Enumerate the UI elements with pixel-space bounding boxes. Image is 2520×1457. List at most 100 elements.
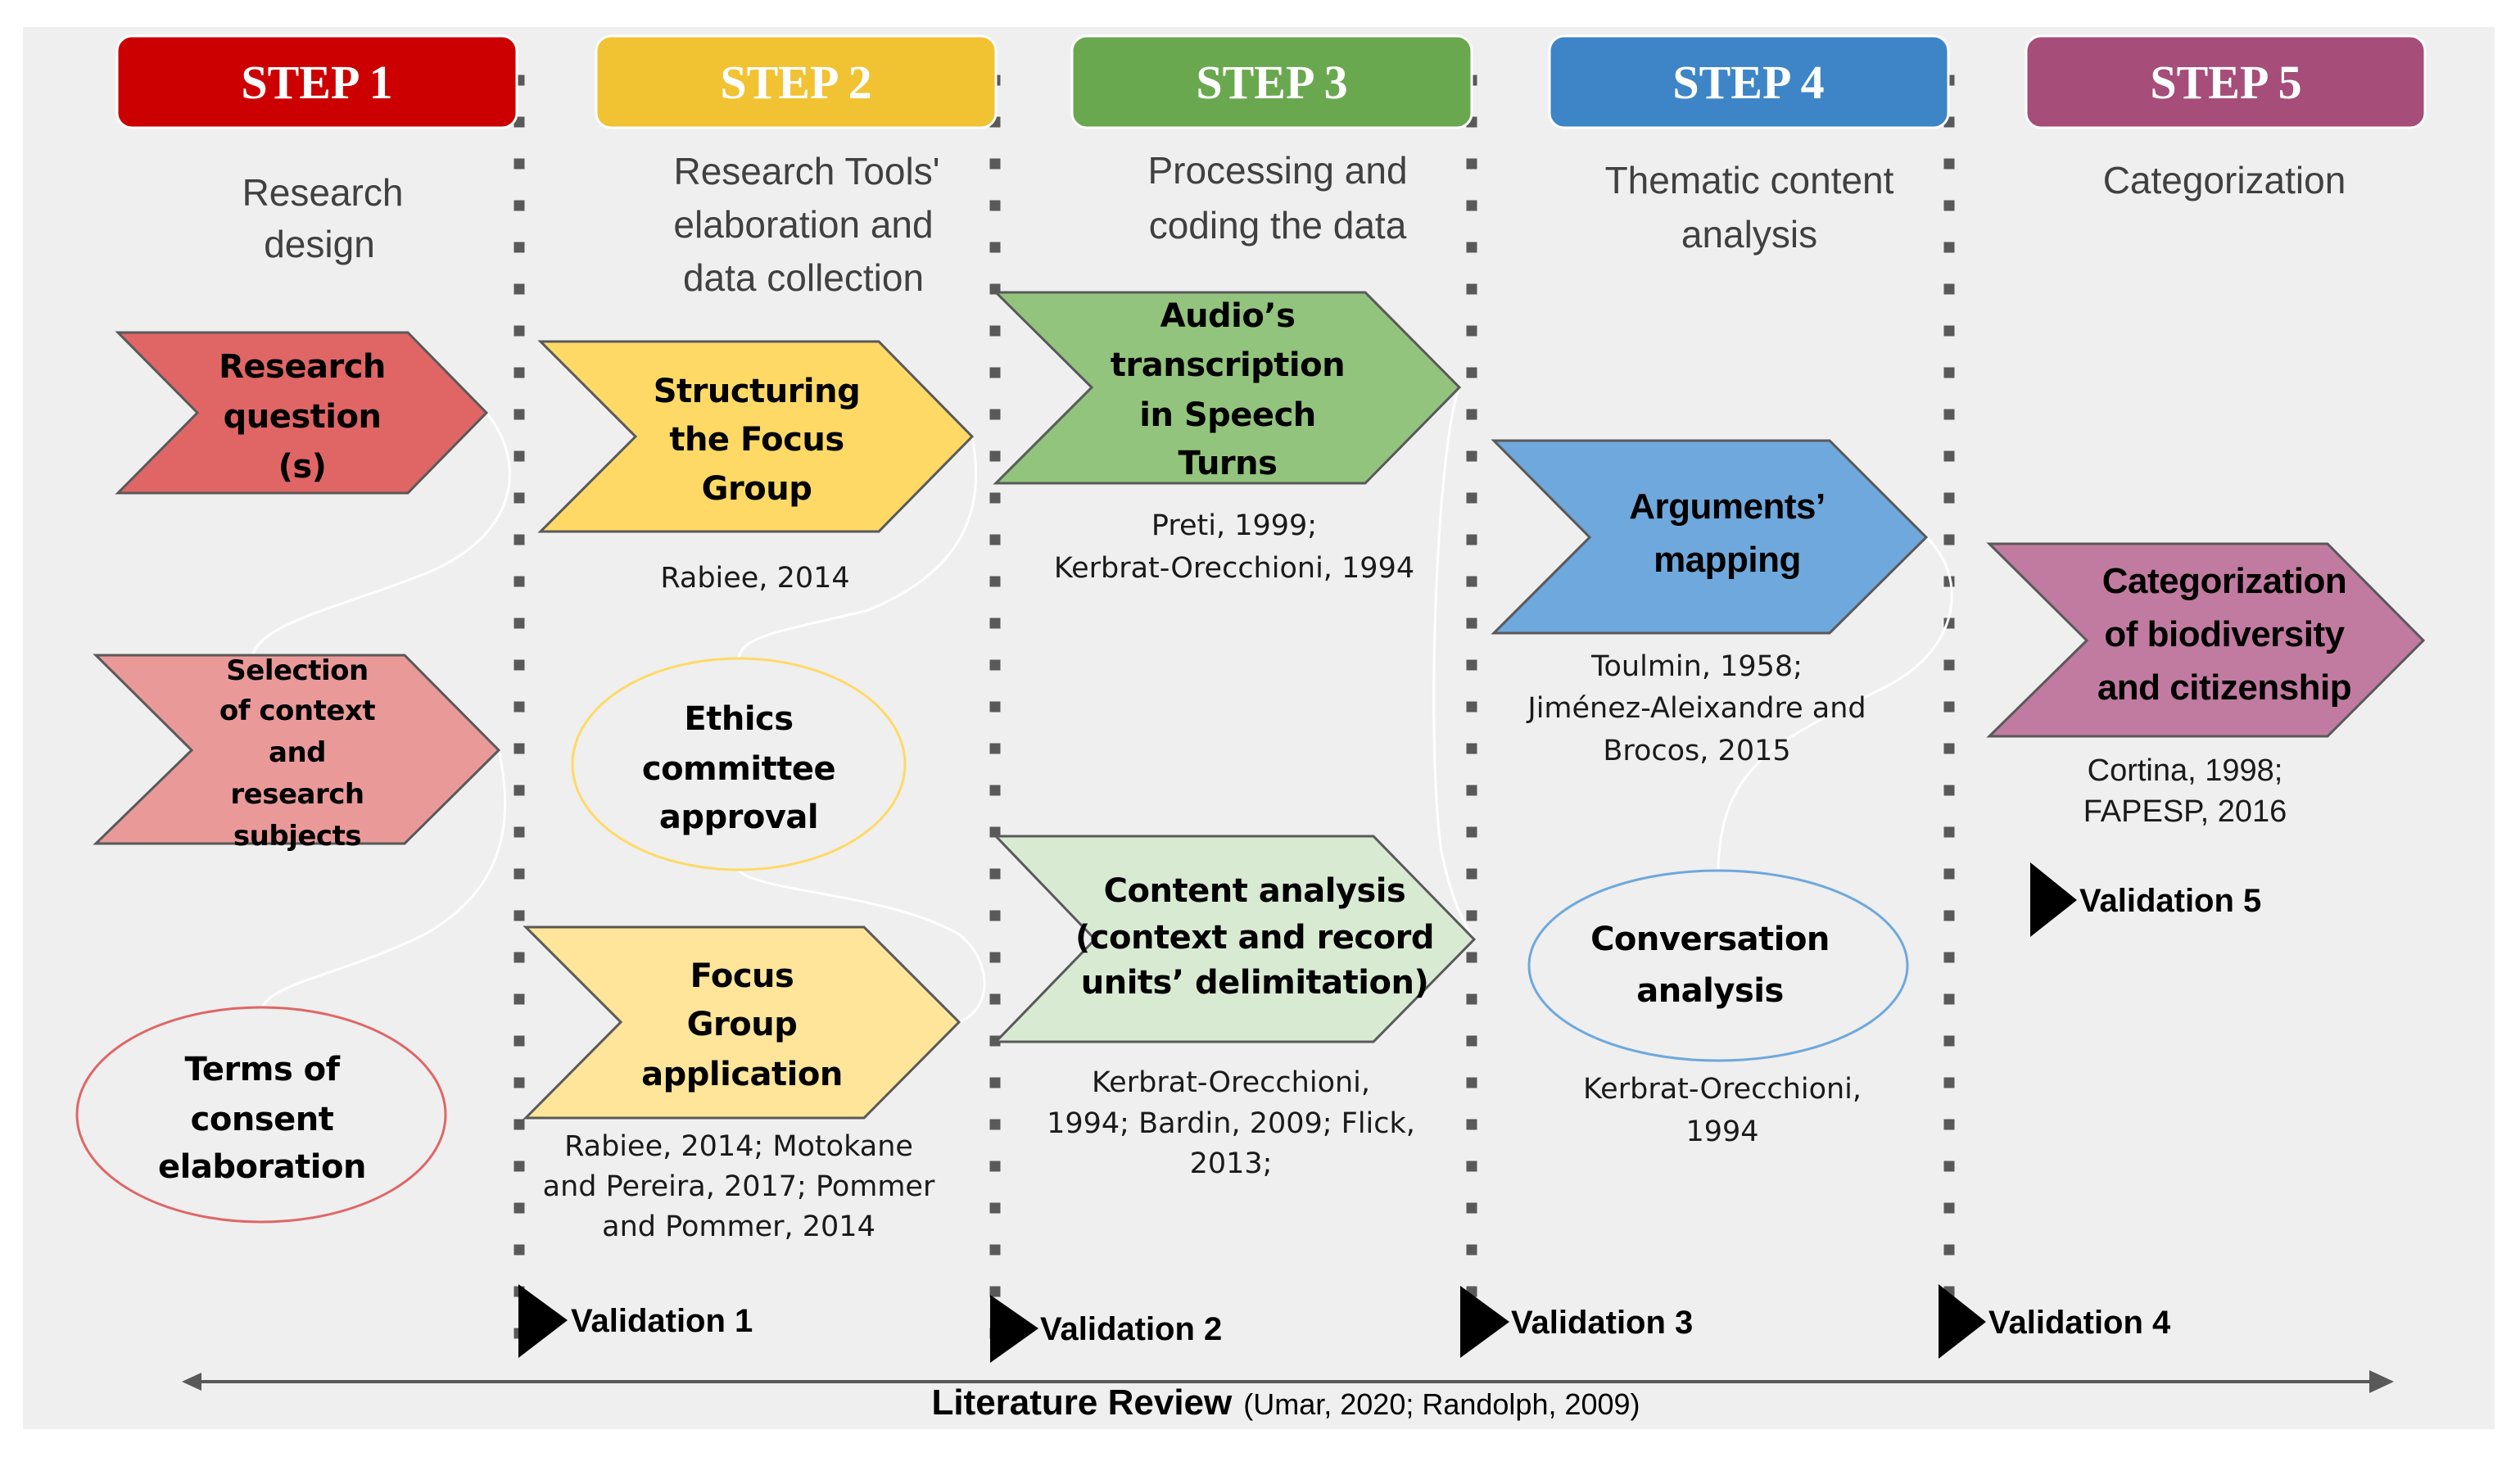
validation-4-label: Validation 4 — [1988, 1305, 2171, 1341]
step-3-subtitle-line-1: Processing and — [1147, 149, 1407, 192]
divider-2-dot — [989, 450, 1001, 462]
divider-3-dot — [1466, 283, 1477, 295]
categorization-line-2: of biodiversity — [2104, 614, 2345, 654]
divider-1-dot — [514, 534, 525, 545]
structuring-line-1: Structuring — [654, 373, 861, 410]
ref-content-line-3: 2013; — [1190, 1147, 1273, 1180]
divider-1-dot — [514, 618, 525, 629]
ref-focus-line-3: and Pommer, 2014 — [602, 1210, 875, 1243]
divider-1-dot — [514, 993, 525, 1005]
divider-4-dot — [1943, 158, 1955, 170]
ref-conversation-line-1: Kerbrat-Orecchioni, — [1583, 1073, 1862, 1106]
divider-4-dot — [1943, 492, 1955, 504]
step-header-1: STEP 1 — [115, 34, 518, 129]
divider-2-dot — [989, 1119, 1001, 1130]
divider-3-dot — [1466, 826, 1477, 838]
divider-2-dot — [989, 659, 1001, 671]
divider-2-dot — [989, 910, 1001, 921]
divider-2-dot — [989, 367, 1001, 378]
divider-4-dot — [1943, 367, 1955, 378]
divider-1-dot — [514, 659, 525, 671]
step-header-3: STEP 3 — [1070, 34, 1473, 129]
ref-audio-line-2: Kerbrat-Orecchioni, 1994 — [1054, 552, 1414, 585]
divider-3-dot — [1466, 409, 1477, 420]
divider-4-dot — [1943, 534, 1955, 545]
divider-2-dot — [989, 576, 1001, 587]
divider-3-dot — [1466, 325, 1477, 337]
divider-4-dot — [1943, 1077, 1955, 1088]
divider-2-dot — [989, 325, 1001, 337]
divider-3-dot — [1466, 785, 1477, 796]
ref-content-line-1: Kerbrat-Orecchioni, — [1092, 1066, 1370, 1099]
step-header-4: STEP 4 — [1548, 34, 1950, 129]
divider-3-dot — [1466, 576, 1477, 587]
divider-4-dot — [1943, 743, 1955, 754]
ref-focus-line-2: and Pereira, 2017; Pommer — [543, 1170, 935, 1203]
divider-1-dot — [514, 492, 525, 504]
divider-4-dot — [1943, 826, 1955, 838]
focus-application-line-1: Focus — [690, 957, 794, 995]
divider-2-dot — [989, 1161, 1001, 1172]
divider-4-dot — [1943, 325, 1955, 337]
divider-4-dot — [1943, 242, 1955, 253]
divider-3-dot — [1466, 367, 1477, 378]
divider-4-dot — [1943, 1161, 1955, 1172]
selection-context-line-5: subjects — [233, 820, 361, 853]
divider-2-dot — [989, 242, 1001, 253]
divider-1-dot — [514, 409, 525, 420]
divider-4-dot — [1943, 450, 1955, 462]
validation-3-label: Validation 3 — [1511, 1305, 1693, 1341]
validation-2-label: Validation 2 — [1040, 1311, 1222, 1347]
research-question-line-3: (s) — [278, 448, 327, 486]
ref-focus-line-1: Rabiee, 2014; Motokane — [564, 1130, 913, 1163]
validation-5-label: Validation 5 — [2079, 883, 2261, 919]
divider-2-dot — [989, 993, 1001, 1005]
divider-2-dot — [989, 492, 1001, 504]
divider-2-dot — [989, 158, 1001, 170]
divider-3-dot — [1466, 701, 1477, 713]
divider-3-dot — [1466, 492, 1477, 504]
ref-structuring: Rabiee, 2014 — [660, 562, 849, 595]
step-2-label: STEP 2 — [720, 56, 871, 109]
arguments-line-1: Arguments’ — [1629, 486, 1825, 527]
audio-line-3: in Speech — [1139, 396, 1316, 434]
divider-4-dot — [1943, 785, 1955, 796]
step-4-subtitle-line-1: Thematic content — [1605, 159, 1894, 201]
step-5-subtitle-line-1: Categorization — [2103, 159, 2346, 201]
selection-context-line-3: and — [269, 736, 326, 769]
divider-1-dot — [514, 158, 525, 170]
step-1-subtitle-line-1: Research — [242, 171, 404, 214]
step-5-label: STEP 5 — [2150, 56, 2301, 109]
divider-4-dot — [1943, 868, 1955, 880]
divider-1-dot — [514, 325, 525, 337]
selection-context-line-4: research — [230, 778, 364, 811]
step-1-subtitle-line-2: design — [264, 223, 375, 265]
divider-2-dot — [989, 1286, 1001, 1297]
structuring-line-3: Group — [702, 470, 812, 508]
terms-consent-line-2: consent — [191, 1101, 334, 1138]
literature-review-label: Literature Review — [931, 1382, 1233, 1423]
divider-3-dot — [1466, 1202, 1477, 1214]
divider-4-dot — [1943, 701, 1955, 713]
research-methodology-diagram: STEP 1 STEP 2 STEP 3 STEP 4 STEP 5 Resea… — [23, 27, 2495, 1429]
ref-arguments-line-3: Brocos, 2015 — [1603, 735, 1790, 767]
content-analysis-line-2: (context and record — [1075, 919, 1434, 957]
literature-review-text: Literature Review (Umar, 2020; Randolph,… — [931, 1382, 1640, 1423]
divider-1-dot — [514, 367, 525, 378]
divider-3-dot — [1466, 158, 1477, 170]
terms-consent-line-1: Terms of — [184, 1051, 340, 1088]
divider-4-dot — [1943, 1035, 1955, 1047]
divider-4-dot — [1943, 283, 1955, 295]
ref-content-line-2: 1994; Bardin, 2009; Flick, — [1047, 1107, 1415, 1140]
divider-2-dot — [989, 409, 1001, 420]
divider-3-dot — [1466, 659, 1477, 671]
validation-1-label: Validation 1 — [571, 1303, 753, 1339]
divider-1-dot — [514, 1077, 525, 1088]
ref-arguments-line-1: Toulmin, 1958; — [1590, 650, 1803, 683]
divider-2-dot — [989, 868, 1001, 880]
divider-1-dot — [514, 743, 525, 754]
divider-4-dot — [1943, 409, 1955, 420]
ethics-line-2: committee — [642, 750, 835, 788]
terms-consent-line-3: elaboration — [158, 1148, 366, 1186]
step-2-subtitle-line-2: elaboration and — [673, 203, 933, 246]
